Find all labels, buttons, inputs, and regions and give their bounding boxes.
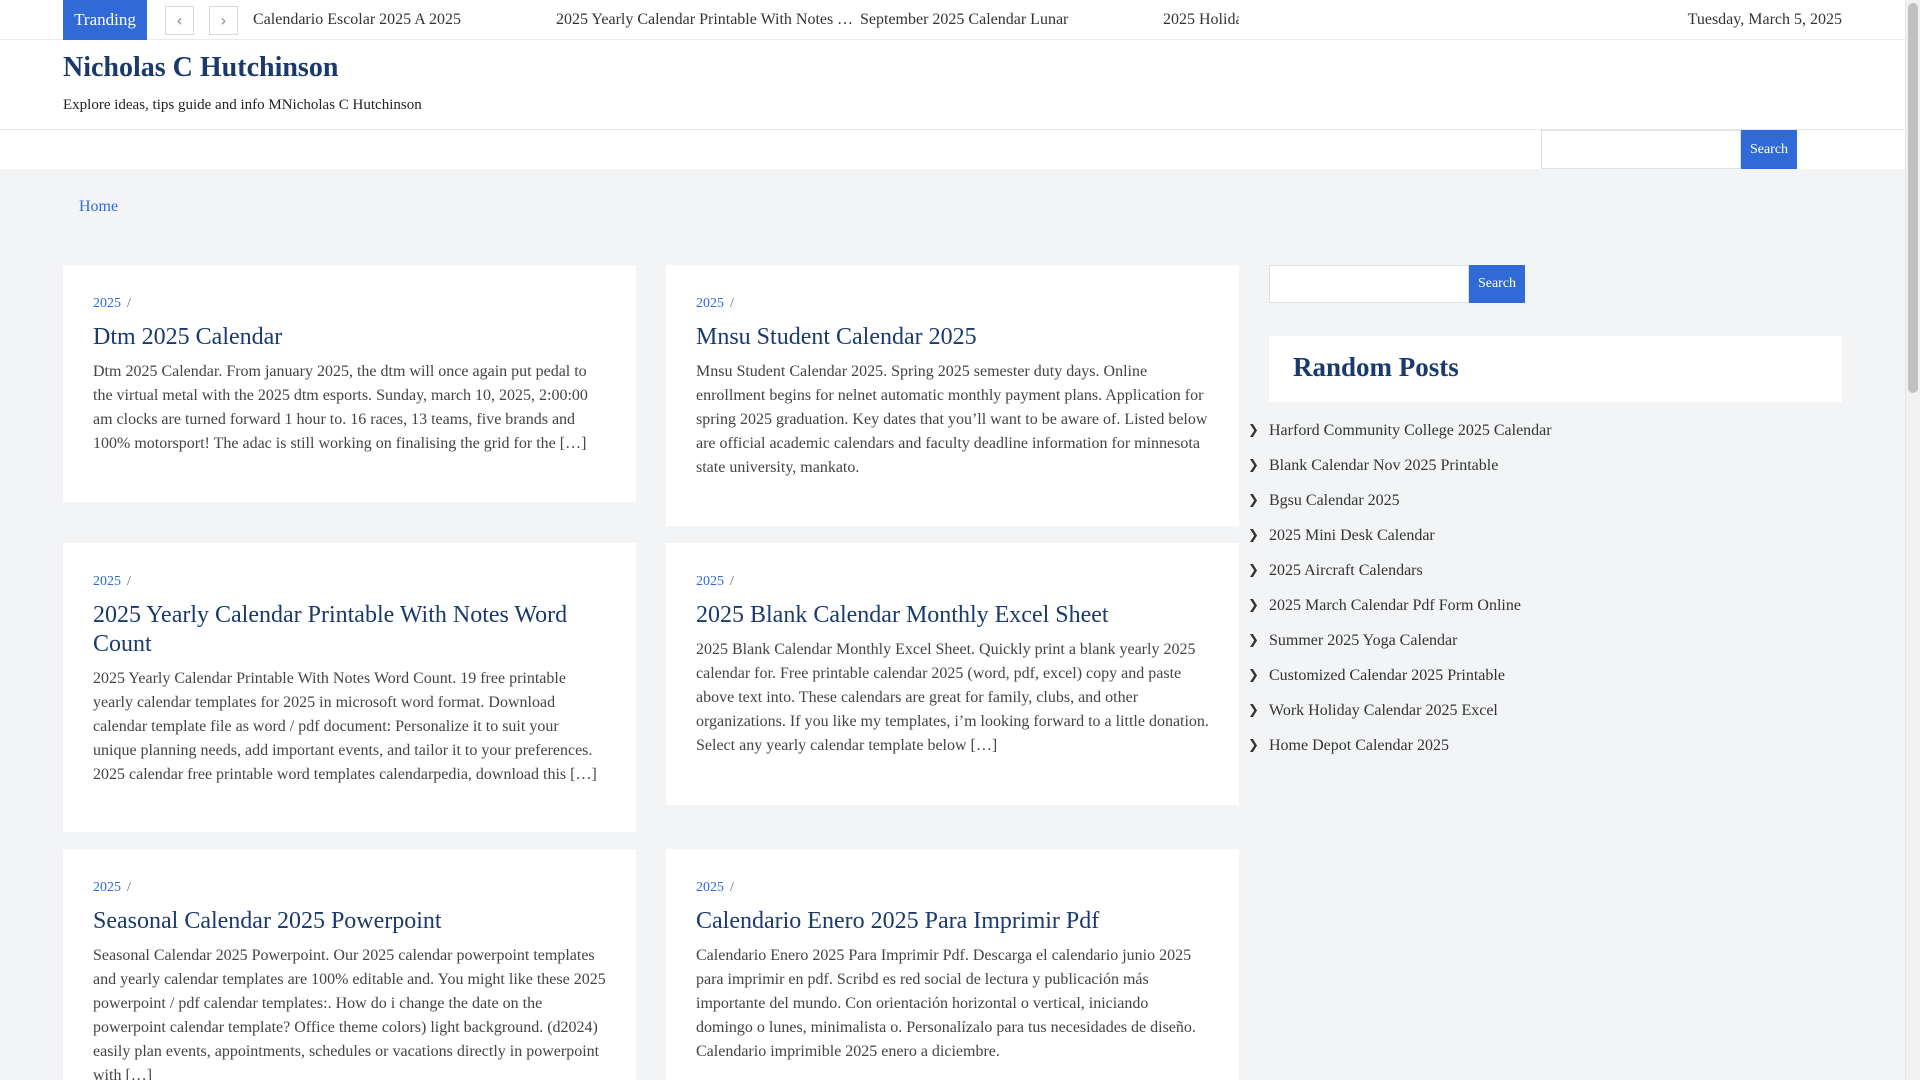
random-post-link[interactable]: 2025 Mini Desk Calendar [1269, 527, 1435, 544]
random-posts-widget-header: Random Posts [1269, 336, 1842, 402]
random-post-link[interactable]: Harford Community College 2025 Calendar [1269, 422, 1552, 439]
category-separator: / [730, 880, 734, 895]
post-category[interactable]: 2025 [93, 296, 121, 311]
post-card: 2025/ Seasonal Calendar 2025 Powerpoint … [63, 849, 636, 1080]
chevron-right-icon: ❯ [1248, 563, 1259, 578]
post-excerpt: Seasonal Calendar 2025 Powerpoint. Our 2… [93, 947, 606, 1080]
random-post-item[interactable]: ❯ 2025 Mini Desk Calendar [1248, 521, 1848, 556]
sidebar-search-input[interactable] [1269, 265, 1469, 303]
random-post-link[interactable]: Summer 2025 Yoga Calendar [1269, 632, 1457, 649]
post-category[interactable]: 2025 [93, 880, 121, 895]
random-post-link[interactable]: Home Depot Calendar 2025 [1269, 737, 1449, 754]
post-category[interactable]: 2025 [696, 880, 724, 895]
post-title[interactable]: Dtm 2025 Calendar [93, 323, 606, 352]
trending-bar: Tranding ‹ › Calendario Escolar 2025 A 2… [0, 0, 1905, 40]
random-post-item[interactable]: ❯ Work Holiday Calendar 2025 Excel [1248, 696, 1848, 731]
chevron-right-icon: ❯ [1248, 668, 1259, 683]
post-category[interactable]: 2025 [696, 296, 724, 311]
scrollbar-thumb[interactable] [1908, 3, 1918, 393]
random-post-item[interactable]: ❯ Customized Calendar 2025 Printable [1248, 661, 1848, 696]
site-title[interactable]: Nicholas C Hutchinson [63, 52, 338, 84]
chevron-right-icon: ❯ [1248, 493, 1259, 508]
post-card: 2025 / Mnsu Student Calendar 2025 Mnsu St… [666, 265, 1239, 526]
chevron-right-icon: ❯ [1248, 598, 1259, 613]
post-card: 2025 / 2025 Yearly Calendar Printable Wit… [63, 543, 636, 832]
chevron-right-icon: ❯ [1248, 633, 1259, 648]
trending-ticker: Calendario Escolar 2025 A 2025 2025 Year… [253, 0, 1239, 40]
random-post-link[interactable]: Customized Calendar 2025 Printable [1269, 667, 1505, 684]
page-scrollbar[interactable] [1905, 0, 1920, 1080]
ticker-link[interactable]: 2025 Yearly Calendar Printable With Note… [556, 0, 854, 40]
random-posts-list: ❯ Harford Community College 2025 Calendar… [1248, 416, 1848, 766]
post-excerpt: Calendario Enero 2025 Para Imprimir Pdf.… [696, 947, 1196, 1060]
chevron-right-icon: ❯ [1248, 458, 1259, 473]
chevron-right-icon: ❯ [1248, 703, 1259, 718]
category-separator: / [127, 880, 131, 895]
chevron-right-icon: › [220, 11, 227, 30]
post-excerpt: 2025 Yearly Calendar Printable With Note… [93, 670, 597, 783]
post-title[interactable]: 2025 Yearly Calendar Printable With Note… [93, 601, 606, 659]
trending-next-button[interactable]: › [209, 6, 238, 35]
sidebar-search-button[interactable]: Search [1469, 265, 1525, 303]
trending-label: Tranding [63, 0, 147, 40]
nav-search-input[interactable] [1541, 130, 1741, 169]
random-post-link[interactable]: Bgsu Calendar 2025 [1269, 492, 1400, 509]
post-card: 2025 / Calendario Enero 2025 Para Imprimi… [666, 849, 1239, 1080]
current-date: Tuesday, March 5, 2025 [1687, 11, 1842, 28]
category-separator: / [127, 296, 131, 311]
random-post-link[interactable]: Work Holiday Calendar 2025 Excel [1269, 702, 1498, 719]
chevron-left-icon: ‹ [176, 11, 183, 30]
widget-title: Random Posts [1293, 352, 1459, 382]
random-post-item[interactable]: ❯ Home Depot Calendar 2025 [1248, 731, 1848, 766]
post-excerpt: Mnsu Student Calendar 2025. Spring 2025 … [696, 363, 1208, 476]
main-navigation: Search [0, 129, 1905, 169]
random-post-link[interactable]: 2025 Aircraft Calendars [1269, 562, 1423, 579]
category-separator: / [730, 296, 734, 311]
random-post-item[interactable]: ❯ 2025 Aircraft Calendars [1248, 556, 1848, 591]
category-separator: / [730, 574, 734, 589]
post-card: 2025 / Dtm 2025 Calendar Dtm 2025 Calenda… [63, 265, 636, 502]
post-category[interactable]: 2025 [696, 574, 724, 589]
chevron-right-icon: ❯ [1248, 738, 1259, 753]
ticker-link[interactable]: September 2025 Calendar Lunar [860, 0, 1158, 40]
site-header: Nicholas C Hutchinson Explore ideas, tip… [0, 40, 1905, 129]
random-post-link[interactable]: Blank Calendar Nov 2025 Printable [1269, 457, 1498, 474]
random-post-item[interactable]: ❯ Harford Community College 2025 Calendar [1248, 416, 1848, 451]
post-card: 2025 / 2025 Blank Calendar Monthly Excel … [666, 543, 1239, 805]
post-excerpt: Dtm 2025 Calendar. From january 2025, th… [93, 363, 588, 452]
post-category[interactable]: 2025 [93, 574, 121, 589]
random-post-item[interactable]: ❯ 2025 March Calendar Pdf Form Online [1248, 591, 1848, 626]
post-title[interactable]: Seasonal Calendar 2025 Powerpoint [93, 907, 606, 936]
nav-search-button[interactable]: Search [1741, 130, 1797, 169]
category-separator: / [127, 574, 131, 589]
trending-prev-button[interactable]: ‹ [165, 6, 194, 35]
random-post-link[interactable]: 2025 March Calendar Pdf Form Online [1269, 597, 1521, 614]
chevron-right-icon: ❯ [1248, 528, 1259, 543]
ticker-link[interactable]: Calendario Escolar 2025 A 2025 [253, 0, 551, 40]
post-excerpt: 2025 Blank Calendar Monthly Excel Sheet.… [696, 641, 1209, 754]
random-post-item[interactable]: ❯ Bgsu Calendar 2025 [1248, 486, 1848, 521]
post-title[interactable]: 2025 Blank Calendar Monthly Excel Sheet [696, 601, 1209, 630]
post-title[interactable]: Mnsu Student Calendar 2025 [696, 323, 1209, 352]
post-title[interactable]: Calendario Enero 2025 Para Imprimir Pdf [696, 907, 1209, 936]
breadcrumb-home[interactable]: Home [79, 198, 118, 216]
random-post-item[interactable]: ❯ Summer 2025 Yoga Calendar [1248, 626, 1848, 661]
chevron-right-icon: ❯ [1248, 423, 1259, 438]
random-post-item[interactable]: ❯ Blank Calendar Nov 2025 Printable [1248, 451, 1848, 486]
ticker-link[interactable]: 2025 Holiday Calendar [1163, 0, 1239, 40]
site-tagline: Explore ideas, tips guide and info MNich… [63, 97, 422, 113]
